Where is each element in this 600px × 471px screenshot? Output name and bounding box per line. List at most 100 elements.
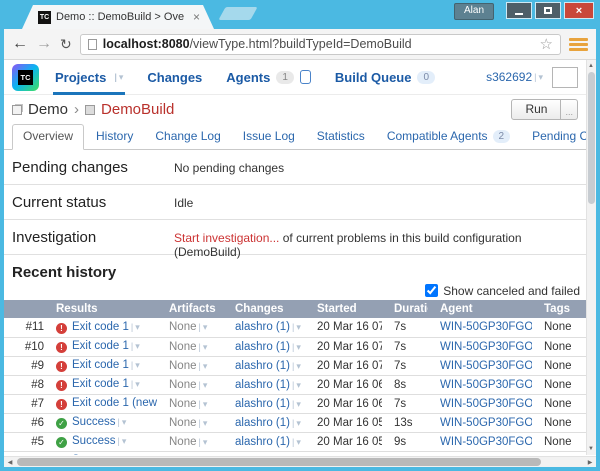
changes-link[interactable]: alashro (1) <box>235 321 290 333</box>
changes-link[interactable]: alashro (1) <box>235 379 290 391</box>
build-result-link[interactable]: Exit code 1 <box>72 321 129 333</box>
browser-tab[interactable]: TC Demo :: DemoBuild > Ove × <box>22 5 214 29</box>
horizontal-scrollbar[interactable]: ◀ ▶ <box>4 456 596 467</box>
bookmark-star-icon[interactable]: ☆ <box>540 37 553 52</box>
reload-button[interactable]: ↻ <box>60 37 72 51</box>
agent-link[interactable]: WIN-50GP30FGO75-1 <box>440 321 532 333</box>
build-result-link[interactable]: Success <box>72 416 115 428</box>
window-close-button[interactable]: × <box>564 2 594 19</box>
tab-overview[interactable]: Overview <box>12 124 84 150</box>
agent-link[interactable]: WIN-50GP30FGO75-1 <box>440 398 532 410</box>
forward-button[interactable]: → <box>36 36 52 52</box>
dropdown-icon[interactable] <box>292 322 301 332</box>
dropdown-icon[interactable] <box>199 399 208 409</box>
dropdown-icon[interactable] <box>292 361 301 371</box>
changes-link[interactable]: alashro (1) <box>235 398 290 410</box>
build-result-link[interactable]: Exit code 1 <box>72 359 129 371</box>
scroll-right-icon[interactable]: ▶ <box>585 457 595 467</box>
nav-item-changes[interactable]: Changes <box>147 70 202 85</box>
horizontal-scroll-thumb[interactable] <box>17 458 541 466</box>
window-minimize-button[interactable] <box>506 2 532 19</box>
dropdown-icon[interactable] <box>292 399 301 409</box>
breadcrumb-build[interactable]: DemoBuild <box>101 101 174 118</box>
start-investigation-link[interactable]: Start investigation... <box>174 231 279 245</box>
teamcity-logo-icon[interactable]: TC <box>12 64 39 91</box>
build-config-icon <box>85 105 95 115</box>
table-row[interactable]: #5 ✓Success None alashro (1) 20 Mar 16 0… <box>4 432 586 451</box>
table-row[interactable]: #9 !Exit code 1 None alashro (1) 20 Mar … <box>4 356 586 375</box>
dropdown-icon[interactable] <box>292 437 301 447</box>
vertical-scroll-thumb[interactable] <box>588 72 595 204</box>
changes-link[interactable]: alashro (1) <box>235 360 290 372</box>
table-row[interactable]: #4 ✓Success None alashro (1) 17 Mar 16 1… <box>4 451 586 455</box>
agent-link[interactable]: WIN-50GP30FGO75-1 <box>440 417 532 429</box>
scroll-left-icon[interactable]: ◀ <box>5 457 15 467</box>
run-button[interactable]: Run <box>511 99 561 120</box>
dropdown-icon[interactable] <box>292 342 301 352</box>
dropdown-icon[interactable] <box>199 361 208 371</box>
show-canceled-checkbox[interactable] <box>425 284 438 297</box>
dropdown-icon[interactable] <box>199 322 208 332</box>
breadcrumb-project[interactable]: Demo <box>28 101 68 118</box>
changes-link[interactable]: alashro (1) <box>235 341 290 353</box>
scroll-down-icon[interactable]: ▼ <box>586 444 596 454</box>
dropdown-icon[interactable] <box>292 380 301 390</box>
agent-link[interactable]: WIN-50GP30FGO75-1 <box>440 436 532 448</box>
changes-link[interactable]: alashro (1) <box>235 417 290 429</box>
dropdown-icon[interactable] <box>117 417 126 427</box>
dropdown-icon[interactable] <box>292 418 301 428</box>
table-row[interactable]: #10 !Exit code 1 None alashro (1) 20 Mar… <box>4 337 586 356</box>
breadcrumb: Demo › DemoBuild Run ... <box>4 95 586 124</box>
tab-statistics[interactable]: Statistics <box>307 125 375 149</box>
dropdown-icon[interactable] <box>131 379 140 389</box>
table-row[interactable]: #6 ✓Success None alashro (1) 20 Mar 16 0… <box>4 413 586 432</box>
build-result-link[interactable]: Exit code 1 <box>72 340 129 352</box>
browser-profile-button[interactable]: Alan <box>454 3 494 20</box>
tab-issue-log[interactable]: Issue Log <box>233 125 305 149</box>
url-text[interactable]: localhost:8080/viewType.html?buildTypeId… <box>103 37 534 51</box>
dropdown-icon[interactable] <box>199 380 208 390</box>
run-options-button[interactable]: ... <box>561 99 578 120</box>
dropdown-icon[interactable] <box>199 342 208 352</box>
tab-close-icon[interactable]: × <box>193 11 200 23</box>
tab-compatible-agents[interactable]: Compatible Agents2 <box>377 125 520 149</box>
agent-link[interactable]: WIN-50GP30FGO75-1 <box>440 455 532 456</box>
dropdown-icon[interactable] <box>131 322 140 332</box>
search-input[interactable] <box>552 67 578 88</box>
agent-link[interactable]: WIN-50GP30FGO75-1 <box>440 360 532 372</box>
tab-pending-changes[interactable]: Pending Changes <box>522 125 586 149</box>
user-menu[interactable]: s362692 <box>486 67 578 88</box>
table-row[interactable]: #11 !Exit code 1 None alashro (1) 20 Mar… <box>4 318 586 337</box>
col-changes: Changes <box>223 300 305 318</box>
build-result-link[interactable]: Exit code 1 <box>72 378 129 390</box>
dropdown-icon[interactable] <box>117 436 126 446</box>
tab-history[interactable]: History <box>86 125 143 149</box>
dropdown-icon[interactable] <box>199 418 208 428</box>
build-tabs: Overview History Change Log Issue Log St… <box>4 124 586 150</box>
build-result-link[interactable]: Success <box>72 454 115 455</box>
nav-item-projects[interactable]: Projects <box>55 70 123 85</box>
new-tab-button[interactable] <box>218 7 257 20</box>
back-button[interactable]: ← <box>12 36 28 52</box>
window-maximize-button[interactable] <box>535 2 561 19</box>
agent-link[interactable]: WIN-50GP30FGO75-1 <box>440 341 532 353</box>
dropdown-icon[interactable] <box>199 437 208 447</box>
username[interactable]: s362692 <box>486 70 532 84</box>
dropdown-icon[interactable] <box>131 360 140 370</box>
artifacts-value: None <box>169 398 197 410</box>
browser-menu-icon[interactable] <box>569 38 588 51</box>
table-row[interactable]: #8 !Exit code 1 None alashro (1) 20 Mar … <box>4 375 586 394</box>
dropdown-icon[interactable] <box>131 341 140 351</box>
nav-item-agents[interactable]: Agents1 <box>226 70 311 85</box>
table-row[interactable]: #7 !Exit code 1 (new) None alashro (1) 2… <box>4 394 586 413</box>
address-bar[interactable]: localhost:8080/viewType.html?buildTypeId… <box>80 34 561 55</box>
scroll-up-icon[interactable]: ▲ <box>586 61 596 71</box>
tab-change-log[interactable]: Change Log <box>145 125 230 149</box>
build-result-link[interactable]: Success <box>72 435 115 447</box>
vertical-scrollbar[interactable]: ▲ ▼ <box>586 60 596 455</box>
changes-link[interactable]: alashro (1) <box>235 455 290 456</box>
agent-link[interactable]: WIN-50GP30FGO75-1 <box>440 379 532 391</box>
changes-link[interactable]: alashro (1) <box>235 436 290 448</box>
build-result-link[interactable]: Exit code 1 (new) <box>72 397 157 409</box>
nav-item-build-queue[interactable]: Build Queue0 <box>335 70 435 85</box>
